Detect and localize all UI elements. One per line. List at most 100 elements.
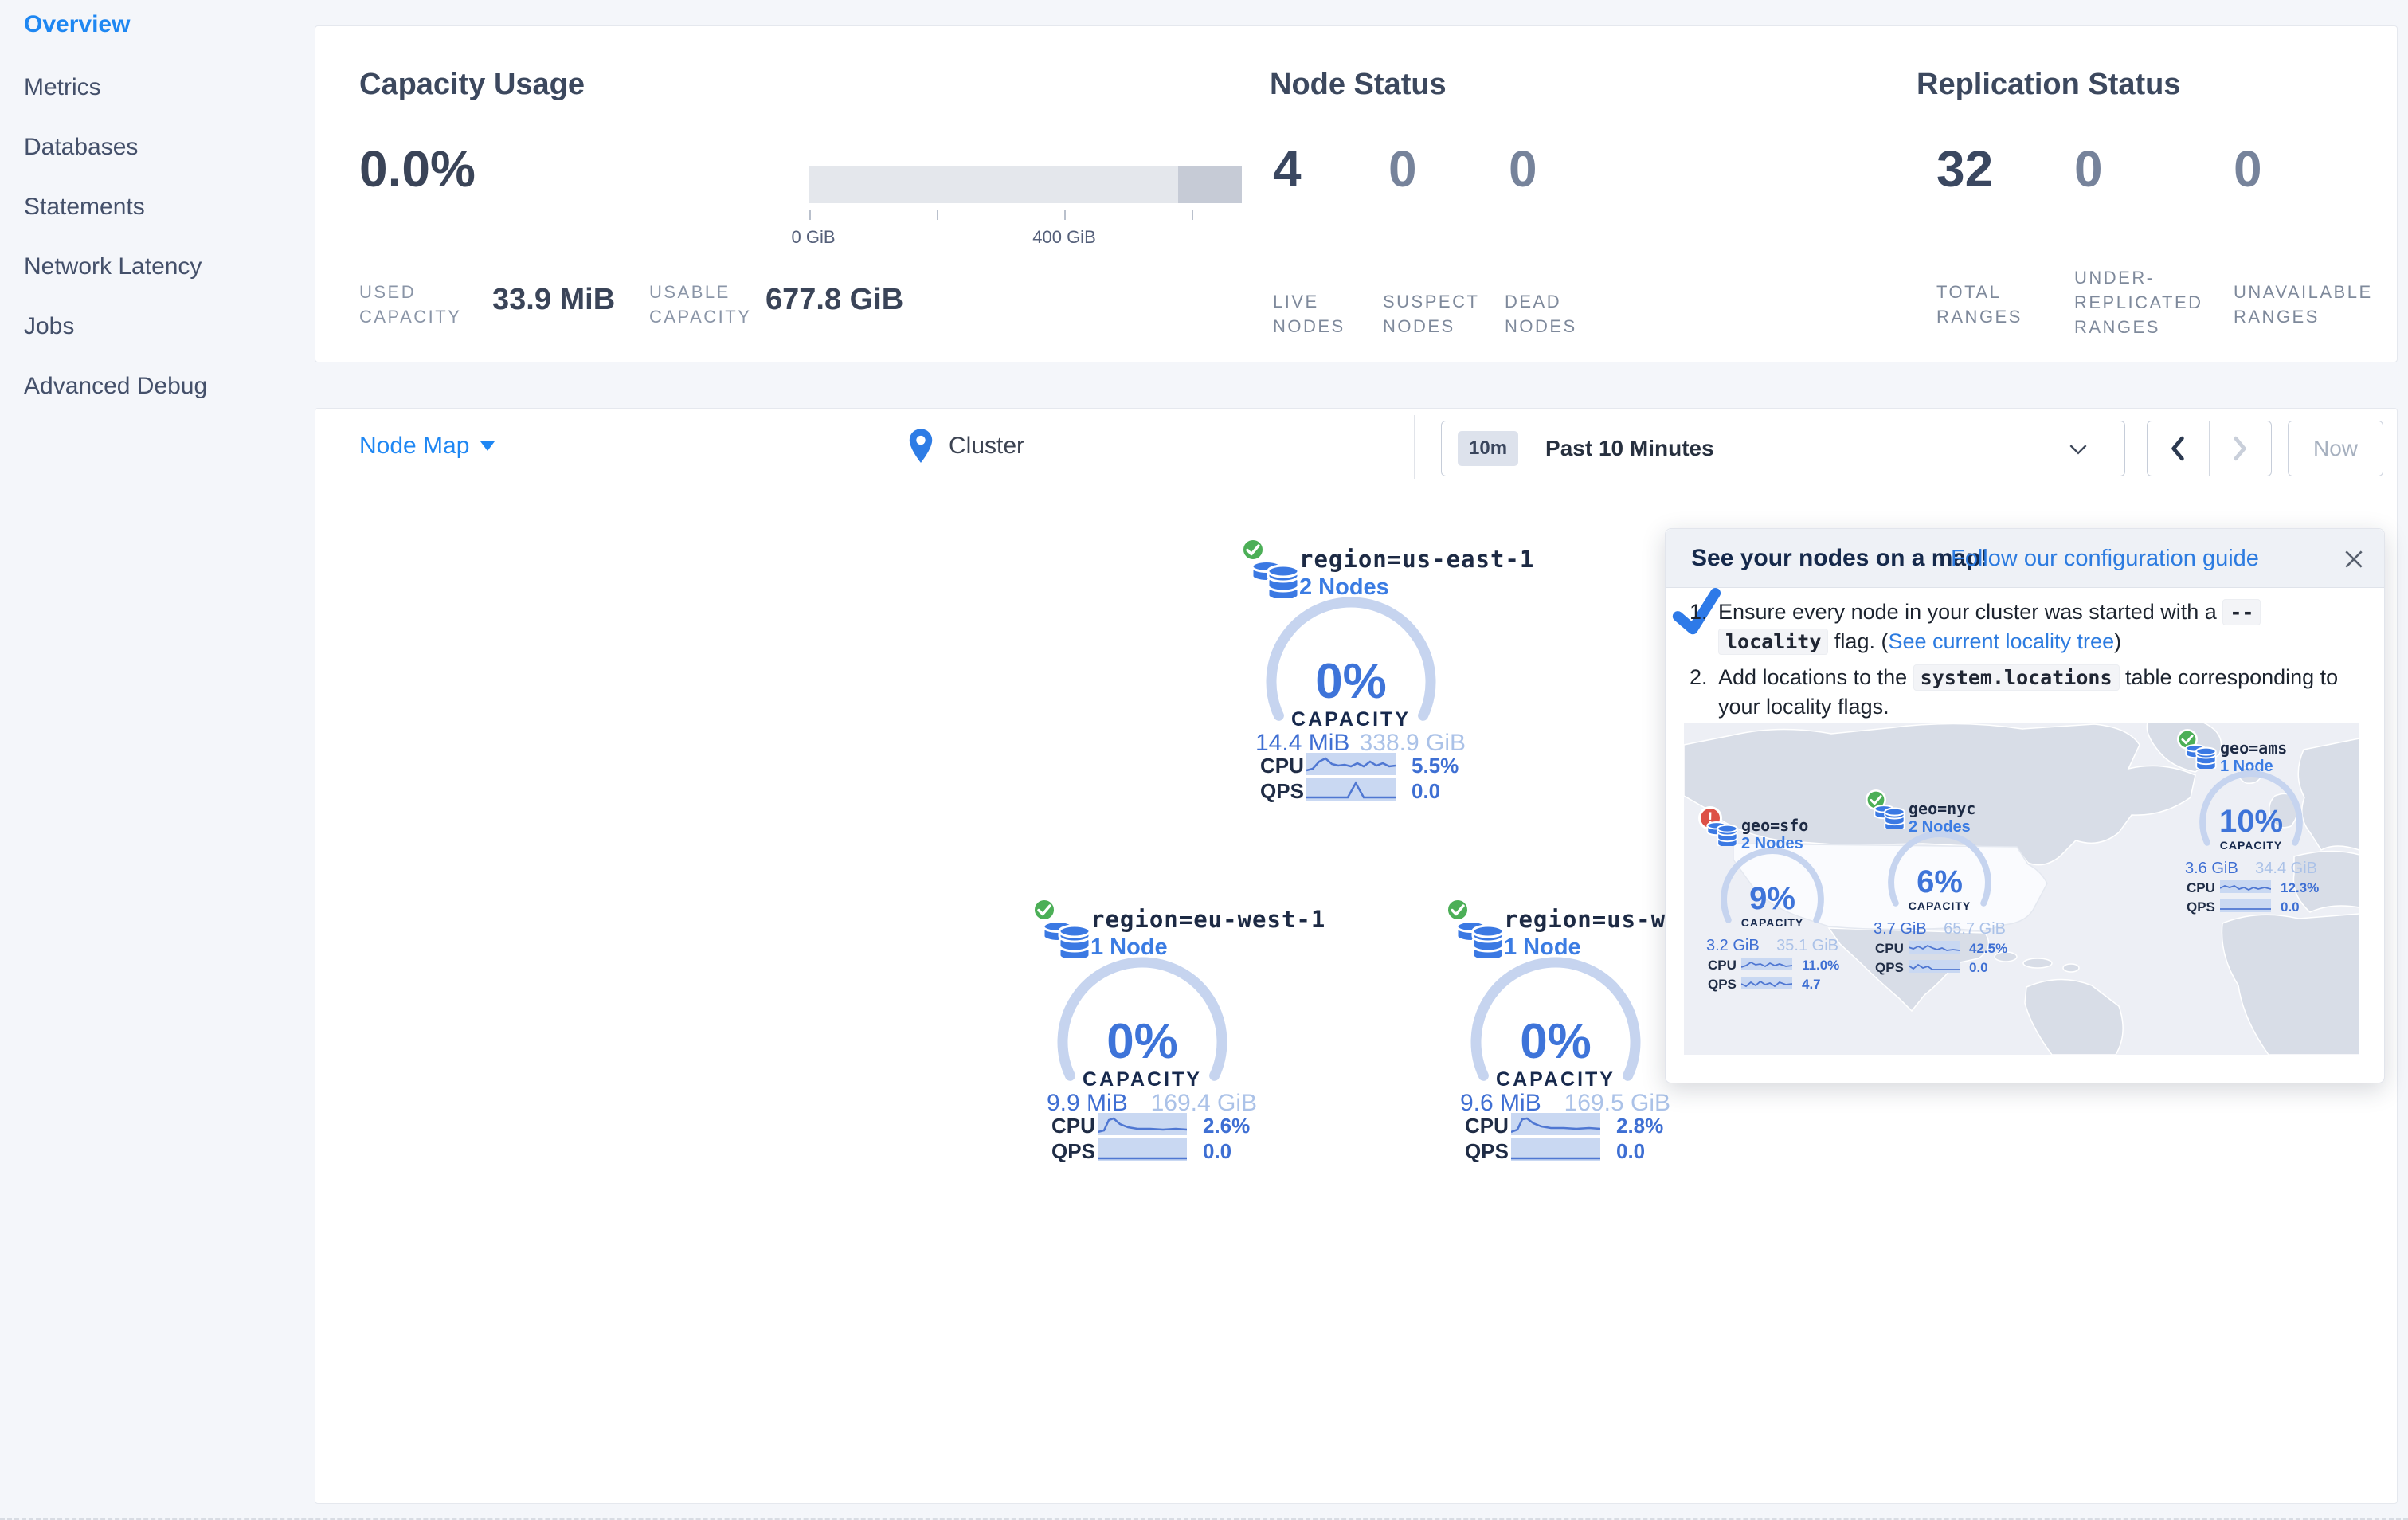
qps-label: QPS xyxy=(1708,977,1737,992)
usable-capacity-value: 677.8 GiB xyxy=(765,283,904,316)
close-icon[interactable] xyxy=(2343,548,2365,570)
node-map-setup-popover: See your nodes on a map! Follow our conf… xyxy=(1665,528,2385,1083)
capacity-gauge-label: CAPACITY xyxy=(1496,1068,1615,1091)
region-used-capacity: 3.2 GiB xyxy=(1706,937,1760,954)
locality-flag-code: locality xyxy=(1718,629,1829,655)
qps-label: QPS xyxy=(1260,779,1304,803)
region-group-us-east-1: region=us-east-1 2 Nodes 0% CAPACITY 14.… xyxy=(1239,536,1533,807)
used-capacity-value: 33.9 MiB xyxy=(492,283,616,316)
time-range-dropdown[interactable]: 10m Past 10 Minutes xyxy=(1441,421,2125,476)
popover-header: See your nodes on a map! Follow our conf… xyxy=(1666,529,2384,588)
dead-nodes-label: DEAD NODES xyxy=(1505,292,1577,336)
map-pin-icon xyxy=(909,429,933,463)
region-name: region=eu-west-1 xyxy=(1090,906,1326,933)
sidebar-item-advanced-debug[interactable]: Advanced Debug xyxy=(24,373,207,400)
breadcrumb-cluster-label: Cluster xyxy=(949,433,1025,459)
sidebar-item-jobs[interactable]: Jobs xyxy=(24,313,74,340)
time-step-back-button[interactable] xyxy=(2148,421,2210,476)
map-toolbar: Node Map Cluster 10m Past 10 Minutes Now xyxy=(315,409,2397,484)
qps-sparkline xyxy=(1909,960,1960,973)
region-group-eu-west-1: region=eu-west-1 1 Node 0% CAPACITY 9.9 … xyxy=(1031,896,1325,1167)
cpu-label: CPU xyxy=(1260,754,1304,778)
used-capacity-label: USED CAPACITY xyxy=(359,282,462,327)
qps-label: QPS xyxy=(2187,899,2215,915)
total-ranges-count: 32 xyxy=(1936,140,1994,198)
database-stack-icon xyxy=(1042,920,1091,958)
axis-tick xyxy=(1192,210,1193,220)
locality-tree-link[interactable]: See current locality tree xyxy=(1888,629,2114,653)
sidebar-item-statements[interactable]: Statements xyxy=(24,194,145,221)
qps-sparkline xyxy=(2220,899,2271,912)
axis-tick-label-400: 400 GiB xyxy=(1032,227,1096,247)
toolbar-divider xyxy=(1414,415,1415,479)
map-region-geo-ams: geo=ams 1 Node 10% CAPACITY 3.6 GiB 34.4… xyxy=(2177,729,2320,917)
unavailable-ranges-label: UNAVAILABLE RANGES xyxy=(2234,282,2373,327)
view-selector-dropdown[interactable]: Node Map xyxy=(359,433,495,460)
cpu-label: CPU xyxy=(2187,880,2215,895)
chevron-down-icon xyxy=(2069,445,2087,455)
qps-sparkline xyxy=(1741,977,1792,989)
database-stack-icon xyxy=(1455,920,1505,958)
configuration-guide-link[interactable]: Follow our configuration guide xyxy=(1951,546,2259,572)
cpu-sparkline xyxy=(1098,1113,1187,1135)
system-locations-code: system.locations xyxy=(1913,664,2120,691)
region-group-us-west-1: region=us-west-1 1 Node 0% CAPACITY 9.6 … xyxy=(1444,896,1738,1167)
capacity-gauge-percent: 9% xyxy=(1749,881,1795,916)
live-nodes-count: 4 xyxy=(1273,140,1302,198)
chevron-left-icon xyxy=(2171,436,2184,461)
cpu-sparkline xyxy=(1511,1113,1600,1135)
cpu-label: CPU xyxy=(1875,941,1904,956)
capacity-gauge-percent: 0% xyxy=(1520,1014,1592,1069)
db-console-overview-page: Overview Metrics Databases Statements Ne… xyxy=(0,0,2408,1520)
cpu-value: 2.8% xyxy=(1616,1114,1664,1138)
live-nodes-label: LIVE NODES xyxy=(1273,292,1345,336)
chevron-right-icon xyxy=(2234,436,2246,461)
region-used-capacity: 3.6 GiB xyxy=(2185,860,2238,877)
setup-step-2: 2. Add locations to the system.locations… xyxy=(1690,663,2355,722)
step-text: Add locations to the xyxy=(1718,665,1913,689)
cpu-sparkline xyxy=(1909,941,1960,954)
axis-tick-label-0: 0 GiB xyxy=(791,227,836,247)
time-step-buttons xyxy=(2147,421,2272,476)
capacity-gauge-percent: 0% xyxy=(1106,1014,1178,1069)
now-button[interactable]: Now xyxy=(2288,421,2383,476)
qps-sparkline xyxy=(1511,1138,1600,1161)
qps-value: 0.0 xyxy=(1969,960,1988,975)
node-status-title: Node Status xyxy=(1270,68,1447,101)
map-region-geo-sfo: ! geo=sfo 2 Nodes 9% CAPACITY 3.2 GiB 35… xyxy=(1698,806,1840,994)
region-total-capacity: 35.1 GiB xyxy=(1776,937,1838,954)
database-stack-icon xyxy=(2185,744,2217,769)
region-name: region=us-east-1 xyxy=(1299,546,1535,573)
view-selector-label: Node Map xyxy=(359,433,470,459)
sidebar-item-overview[interactable]: Overview xyxy=(24,11,130,38)
cpu-sparkline xyxy=(1741,958,1792,970)
breadcrumb[interactable]: Cluster xyxy=(907,428,1024,464)
capacity-bar xyxy=(809,166,1242,203)
dead-nodes-count: 0 xyxy=(1509,140,1537,198)
cpu-value: 12.3% xyxy=(2281,880,2320,895)
cpu-value: 42.5% xyxy=(1969,941,2008,956)
capacity-usage-title: Capacity Usage xyxy=(359,68,585,101)
axis-tick xyxy=(937,210,938,220)
cluster-summary-panel: Capacity Usage 0.0% 0 GiB 400 GiB USED C… xyxy=(315,25,2398,362)
time-step-forward-button[interactable] xyxy=(2210,421,2272,476)
qps-sparkline xyxy=(1306,778,1396,801)
region-total-capacity: 65.7 GiB xyxy=(1944,920,2006,938)
sidebar-item-databases[interactable]: Databases xyxy=(24,134,138,161)
step-number: 1. xyxy=(1690,600,1708,624)
suspect-nodes-count: 0 xyxy=(1388,140,1417,198)
capacity-gauge-label: CAPACITY xyxy=(1291,708,1411,731)
database-stack-icon xyxy=(1706,821,1738,846)
total-ranges-label: TOTAL RANGES xyxy=(1936,282,2022,327)
caret-down-icon xyxy=(480,441,495,451)
setup-steps: 1. Ensure every node in your cluster was… xyxy=(1690,597,2355,728)
region-name: geo=nyc xyxy=(1909,799,1976,818)
sidebar-item-metrics[interactable]: Metrics xyxy=(24,74,101,101)
cpu-label: CPU xyxy=(1465,1114,1509,1138)
capacity-gauge-percent: 10% xyxy=(2218,804,2284,839)
sidebar-item-network-latency[interactable]: Network Latency xyxy=(24,253,202,280)
step-number: 2. xyxy=(1690,665,1708,689)
region-used-capacity: 3.7 GiB xyxy=(1874,920,1927,938)
cpu-value: 2.6% xyxy=(1203,1114,1251,1138)
axis-tick xyxy=(1064,210,1066,220)
